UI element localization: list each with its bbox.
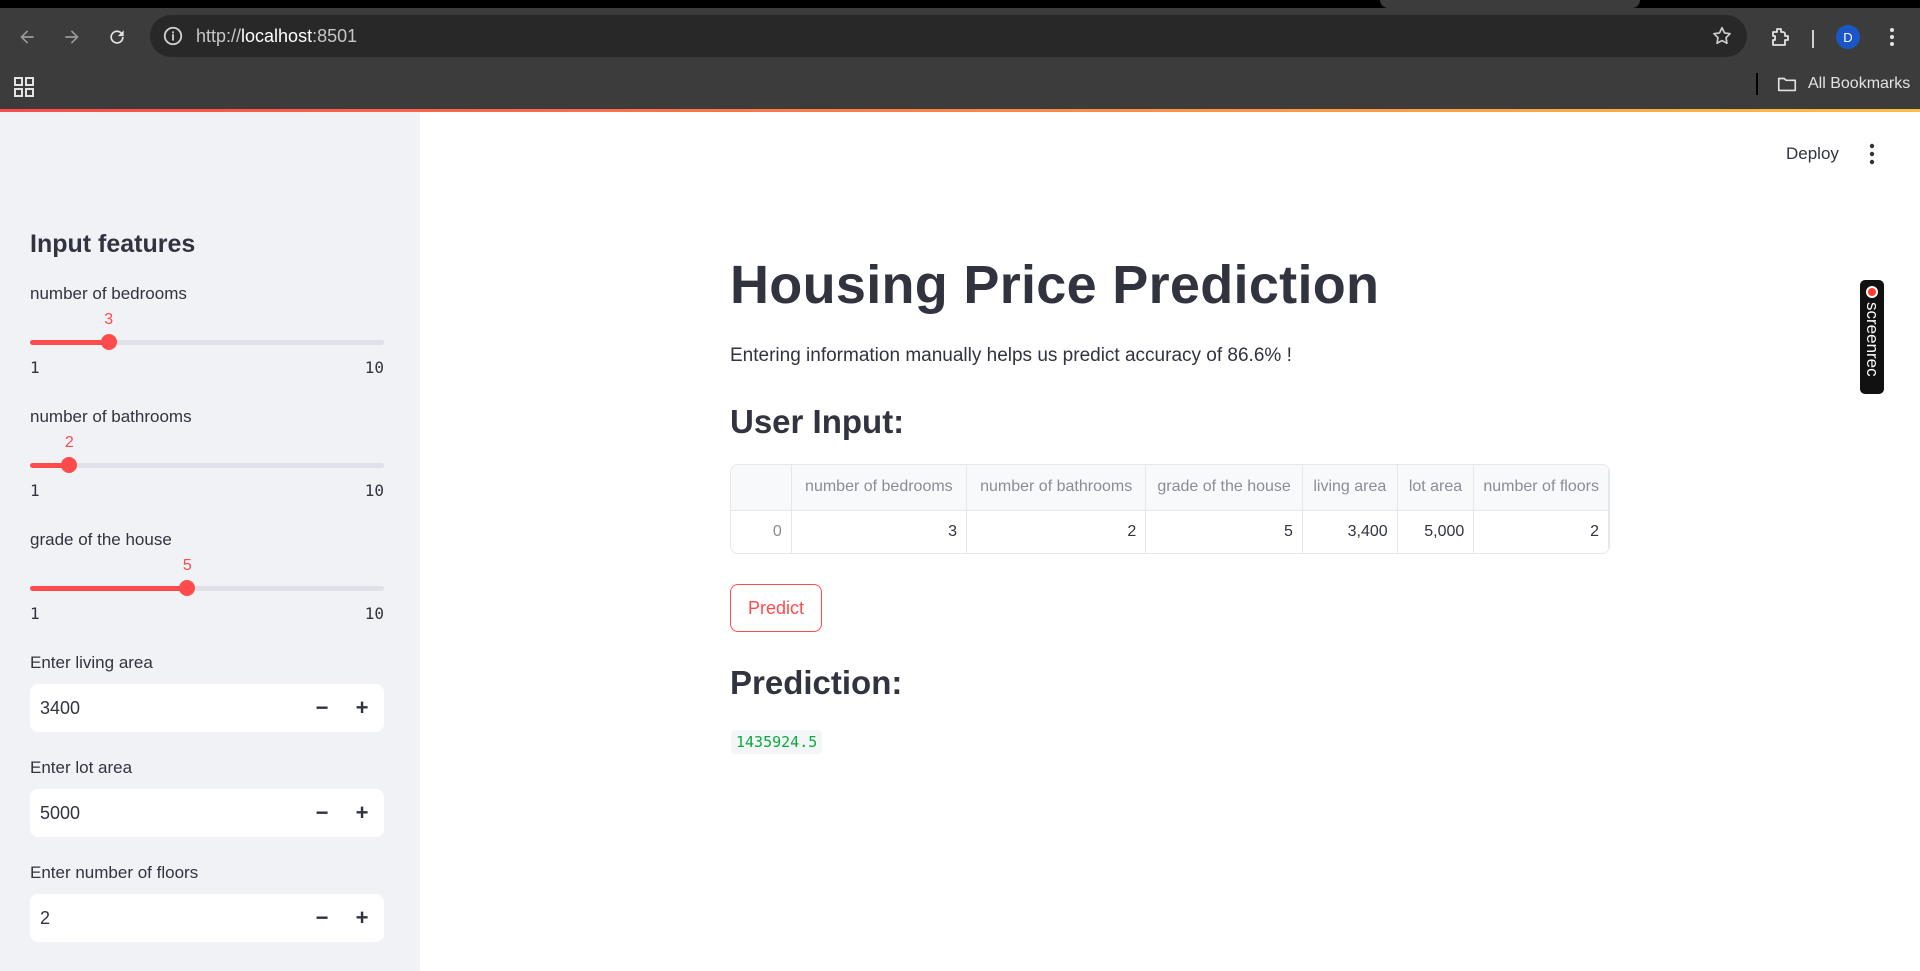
prediction-heading: Prediction:: [730, 664, 903, 701]
slider-min: 1: [30, 358, 40, 377]
intro-text: Entering information manually helps us p…: [730, 345, 1292, 366]
table-cell[interactable]: 5: [1145, 510, 1303, 553]
all-bookmarks-label: All Bookmarks: [1808, 75, 1911, 92]
url-host: localhost: [241, 26, 313, 46]
lot-area-number-input: − +: [30, 789, 384, 837]
column-header[interactable]: number of floors: [1473, 465, 1609, 511]
slider-value: 2: [64, 434, 74, 451]
living-area-field[interactable]: [40, 684, 290, 732]
sidebar-header: Input features: [30, 230, 196, 258]
slider-thumb[interactable]: [179, 580, 196, 596]
living-area-label: Enter living area: [30, 653, 153, 672]
user-input-dataframe[interactable]: number of bedrooms number of bathrooms g…: [730, 464, 1610, 554]
slider-thumb[interactable]: [61, 457, 78, 473]
slider-fill: [30, 340, 109, 345]
index-header: [731, 465, 792, 511]
living-area-decrement-button[interactable]: −: [302, 684, 342, 732]
extensions-icon[interactable]: [1768, 25, 1792, 49]
living-area-increment-button[interactable]: +: [342, 684, 382, 732]
column-header[interactable]: grade of the house: [1145, 465, 1303, 511]
slider-fill: [30, 586, 188, 591]
predict-button[interactable]: Predict: [730, 584, 822, 632]
slider-min: 1: [30, 481, 40, 500]
bathrooms-slider[interactable]: 2 1 10: [30, 434, 384, 500]
screenrec-label: screenrec: [1863, 302, 1882, 377]
column-header[interactable]: number of bathrooms: [966, 465, 1147, 511]
record-icon: [1866, 286, 1878, 298]
lot-area-field[interactable]: [40, 789, 290, 837]
bedrooms-slider[interactable]: 3 1 10: [30, 311, 384, 377]
bookmarks-separator: [1756, 73, 1758, 95]
row-index: 0: [731, 510, 792, 553]
toolbar-separator: [1812, 30, 1814, 48]
main-menu-icon[interactable]: [1860, 140, 1884, 168]
profile-avatar[interactable]: D: [1836, 25, 1860, 49]
site-info-icon[interactable]: [162, 25, 184, 47]
floors-number-input: − +: [30, 894, 384, 942]
table-cell[interactable]: 3: [791, 510, 968, 553]
forward-icon[interactable]: [56, 21, 88, 53]
bookmark-star-icon[interactable]: [1711, 25, 1733, 47]
table-cell[interactable]: 5,000: [1397, 510, 1475, 553]
dataframe-table: number of bedrooms number of bathrooms g…: [731, 465, 1609, 553]
floors-decrement-button[interactable]: −: [302, 894, 342, 942]
slider-value: 5: [182, 557, 192, 574]
table-cell[interactable]: 2: [966, 510, 1147, 553]
back-icon[interactable]: [11, 21, 43, 53]
table-cell[interactable]: 2: [1473, 510, 1609, 553]
slider-max: 10: [364, 358, 384, 377]
folder-icon: [1777, 77, 1797, 92]
floors-increment-button[interactable]: +: [342, 894, 382, 942]
bookmarks-bar: All Bookmarks: [0, 66, 1920, 109]
grade-slider-label: grade of the house: [30, 530, 172, 549]
browser-menu-icon[interactable]: [1880, 25, 1904, 49]
lot-area-label: Enter lot area: [30, 758, 133, 777]
slider-thumb[interactable]: [100, 334, 117, 350]
url-scheme: http://: [196, 26, 242, 46]
dataframe-header-row: number of bedrooms number of bathrooms g…: [731, 465, 1609, 511]
table-row: 0 3 2 5 3,400 5,000 2: [731, 510, 1609, 553]
floors-label: Enter number of floors: [30, 863, 199, 882]
table-cell[interactable]: 3,400: [1302, 510, 1398, 553]
browser-toolbar: http://localhost:8501 D: [0, 8, 1920, 66]
slider-track[interactable]: [30, 463, 384, 468]
bedrooms-slider-label: number of bedrooms: [30, 284, 187, 303]
user-input-heading: User Input:: [730, 403, 905, 440]
page-title: Housing Price Prediction: [730, 255, 1380, 315]
slider-value: 3: [104, 311, 114, 328]
lot-area-decrement-button[interactable]: −: [302, 789, 342, 837]
lot-area-increment-button[interactable]: +: [342, 789, 382, 837]
active-tab[interactable]: [1380, 0, 1640, 8]
bathrooms-slider-label: number of bathrooms: [30, 407, 192, 426]
living-area-number-input: − +: [30, 684, 384, 732]
floors-field[interactable]: [40, 894, 290, 942]
prediction-value: 1435924.5: [731, 730, 823, 754]
slider-max: 10: [364, 604, 384, 623]
url-text[interactable]: http://localhost:8501: [196, 26, 357, 47]
column-header[interactable]: number of bedrooms: [791, 465, 968, 511]
slider-max: 10: [364, 481, 384, 500]
reload-icon[interactable]: [101, 21, 133, 53]
column-header[interactable]: lot area: [1397, 465, 1475, 511]
address-bar[interactable]: http://localhost:8501: [150, 15, 1747, 57]
tab-strip: [0, 0, 1920, 8]
screenrec-widget[interactable]: screenrec: [1860, 280, 1884, 394]
apps-grid-icon[interactable]: [12, 75, 36, 99]
sidebar: Input features number of bedrooms 3 1 10…: [0, 112, 420, 971]
slider-min: 1: [30, 604, 40, 623]
url-port: :8501: [312, 26, 358, 46]
deploy-button[interactable]: Deploy: [1786, 144, 1839, 164]
grade-slider[interactable]: 5 1 10: [30, 557, 384, 623]
all-bookmarks-button[interactable]: All Bookmarks: [1776, 73, 1910, 95]
column-header[interactable]: living area: [1302, 465, 1398, 511]
